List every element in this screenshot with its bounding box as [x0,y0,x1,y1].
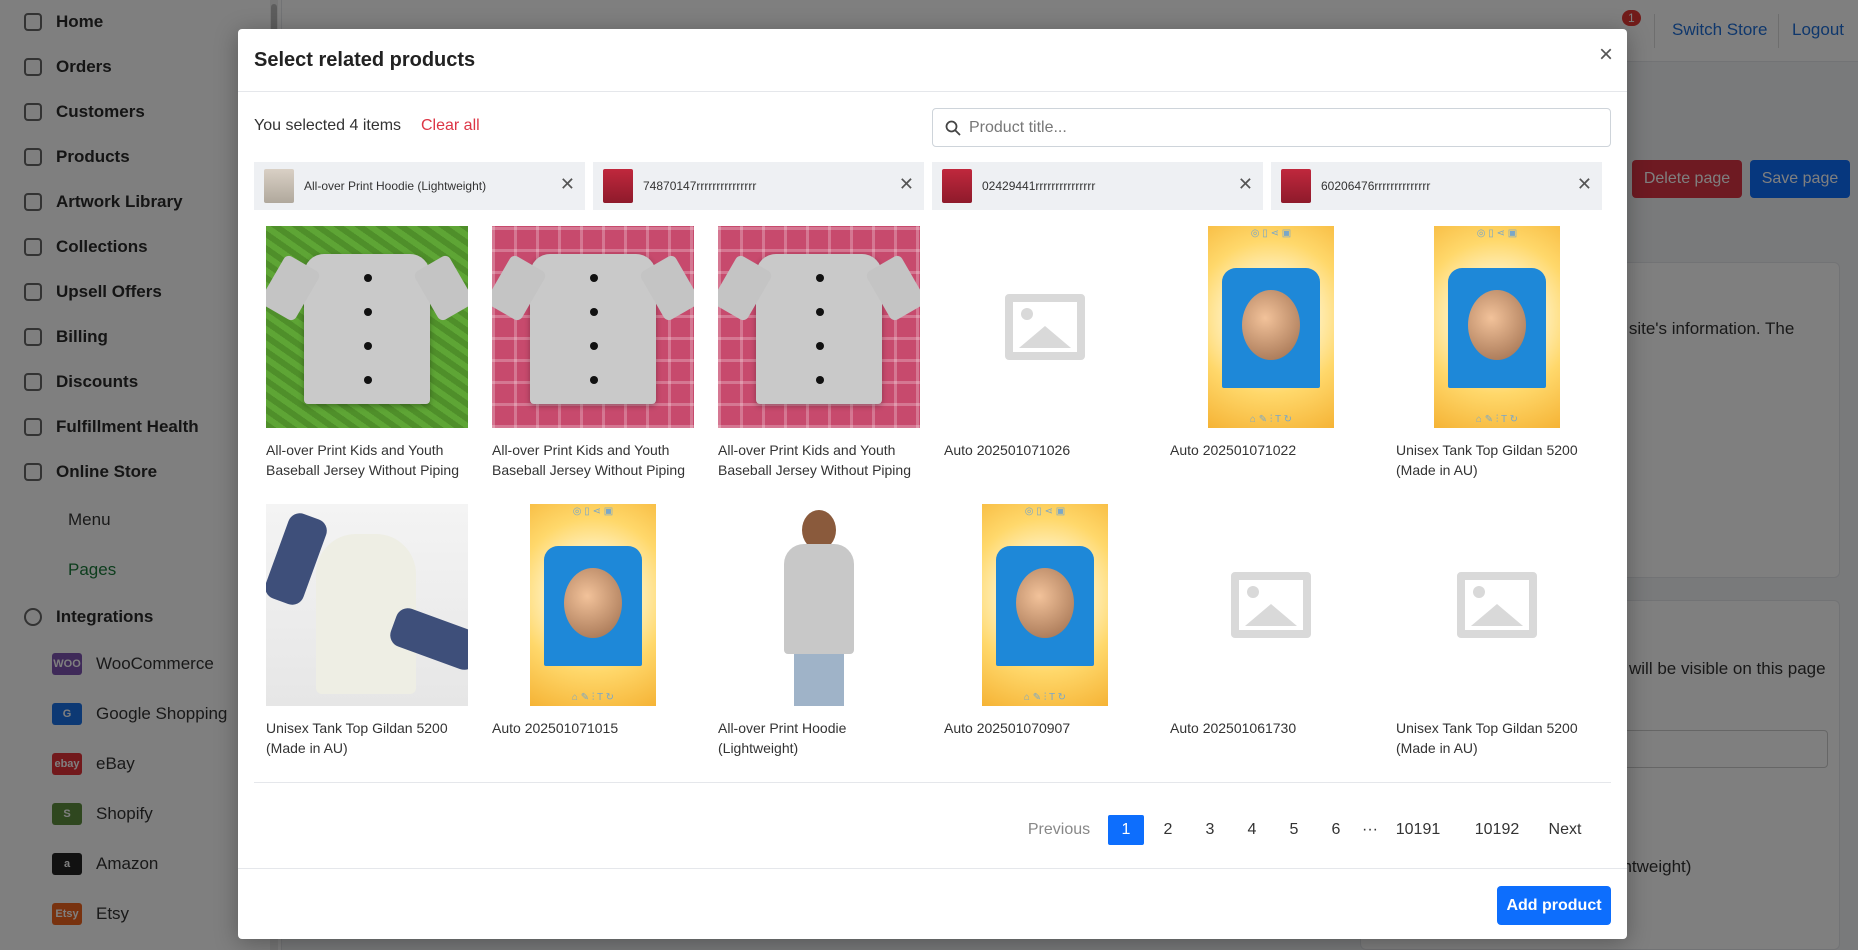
product-card[interactable]: Auto 202501061730 [1170,504,1372,738]
divider [254,782,1611,783]
page-10192-button[interactable]: 10192 [1467,815,1527,845]
product-name: Unisex Tank Top Gildan 5200 (Made in AU) [1396,720,1578,756]
search-field[interactable] [932,108,1611,147]
next-page-button[interactable]: Next [1540,815,1590,845]
page-6-button[interactable]: 6 [1318,815,1354,845]
selected-chips: All-over Print Hoodie (Lightweight) ✕ 7487… [254,162,1604,210]
product-card[interactable]: ◎ ▯ ⋖ ▣ ⌂ ✎ ⫶ T ↻ Auto 202501071022 [1170,226,1372,460]
product-name: All-over Print Hoodie (Lightweight) [718,720,847,756]
chip-label: 74870147rrrrrrrrrrrrrrr [643,179,757,193]
chip-label: All-over Print Hoodie (Lightweight) [304,179,487,193]
page-4-button[interactable]: 4 [1234,815,1270,845]
product-card[interactable]: All-over Print Hoodie (Lightweight) [718,504,920,758]
product-name: All-over Print Kids and Youth Baseball J… [492,442,685,478]
page-1-button[interactable]: 1 [1108,815,1144,845]
product-image [492,226,694,428]
search-icon [945,120,961,136]
product-image [266,226,468,428]
product-card[interactable]: All-over Print Kids and Youth Baseball J… [718,226,920,480]
image-placeholder-icon [1231,572,1311,638]
select-products-modal: Select related products × You selected 4… [238,29,1627,939]
product-image: ◎ ▯ ⋖ ▣ ⌂ ✎ ⫶ T ↻ [1170,226,1372,428]
footer-divider [238,868,1627,869]
product-card[interactable]: All-over Print Kids and Youth Baseball J… [266,226,468,480]
product-image [944,226,1146,428]
product-image [718,504,920,706]
product-image: ◎ ▯ ⋖ ▣ ⌂ ✎ ⫶ T ↻ [944,504,1146,706]
close-icon[interactable]: × [1599,43,1613,67]
product-name: Auto 202501070907 [944,720,1071,736]
selected-count-text: You selected 4 items [254,117,402,134]
product-name: Auto 202501071022 [1170,442,1297,458]
product-card[interactable]: Unisex Tank Top Gildan 5200 (Made in AU) [1396,504,1598,758]
image-placeholder-icon [1005,294,1085,360]
remove-chip-icon[interactable]: ✕ [899,174,914,195]
product-card[interactable]: ◎ ▯ ⋖ ▣ ⌂ ✎ ⫶ T ↻ Unisex Tank Top Gildan 5… [1396,226,1598,480]
selected-product-chip: 60206476rrrrrrrrrrrrrr ✕ [1271,162,1602,210]
chip-thumbnail [942,169,972,203]
page-3-button[interactable]: 3 [1192,815,1228,845]
remove-chip-icon[interactable]: ✕ [560,174,575,195]
product-card[interactable]: ◎ ▯ ⋖ ▣ ⌂ ✎ ⫶ T ↻ Auto 202501070907 [944,504,1146,738]
chip-label: 02429441rrrrrrrrrrrrrrr [982,179,1096,193]
modal-title: Select related products [254,49,476,71]
previous-page-button[interactable]: Previous [1024,815,1094,845]
clear-all-link[interactable]: Clear all [421,117,480,135]
page-5-button[interactable]: 5 [1276,815,1312,845]
product-card[interactable]: ◎ ▯ ⋖ ▣ ⌂ ✎ ⫶ T ↻ Auto 202501071015 [492,504,694,738]
search-input[interactable] [969,118,1589,137]
pagination-ellipsis: ··· [1362,821,1378,838]
product-name: All-over Print Kids and Youth Baseball J… [718,442,911,478]
remove-chip-icon[interactable]: ✕ [1238,174,1253,195]
chip-label: 60206476rrrrrrrrrrrrrr [1321,179,1431,193]
page-10191-button[interactable]: 10191 [1388,815,1448,845]
product-name: Auto 202501071026 [944,442,1071,458]
product-image: ◎ ▯ ⋖ ▣ ⌂ ✎ ⫶ T ↻ [1396,226,1598,428]
product-image [1396,504,1598,706]
product-card[interactable]: All-over Print Kids and Youth Baseball J… [492,226,694,480]
product-card[interactable]: Unisex Tank Top Gildan 5200 (Made in AU) [266,504,468,758]
product-image [266,504,468,706]
chip-thumbnail [1281,169,1311,203]
product-name: Auto 202501061730 [1170,720,1297,736]
image-placeholder-icon [1457,572,1537,638]
chip-thumbnail [603,169,633,203]
chip-thumbnail [264,169,294,203]
product-name: Auto 202501071015 [492,720,619,736]
page-2-button[interactable]: 2 [1150,815,1186,845]
product-image: ◎ ▯ ⋖ ▣ ⌂ ✎ ⫶ T ↻ [492,504,694,706]
product-card[interactable]: Auto 202501071026 [944,226,1146,460]
product-image [1170,504,1372,706]
product-name: All-over Print Kids and Youth Baseball J… [266,442,459,478]
selected-product-chip: 02429441rrrrrrrrrrrrrrr ✕ [932,162,1263,210]
selected-product-chip: All-over Print Hoodie (Lightweight) ✕ [254,162,585,210]
product-name: Unisex Tank Top Gildan 5200 (Made in AU) [266,720,448,756]
modal-header: Select related products × [238,29,1627,92]
add-product-button[interactable]: Add product [1497,886,1611,925]
remove-chip-icon[interactable]: ✕ [1577,174,1592,195]
product-name: Unisex Tank Top Gildan 5200 (Made in AU) [1396,442,1578,478]
selected-product-chip: 74870147rrrrrrrrrrrrrrr ✕ [593,162,924,210]
product-image [718,226,920,428]
